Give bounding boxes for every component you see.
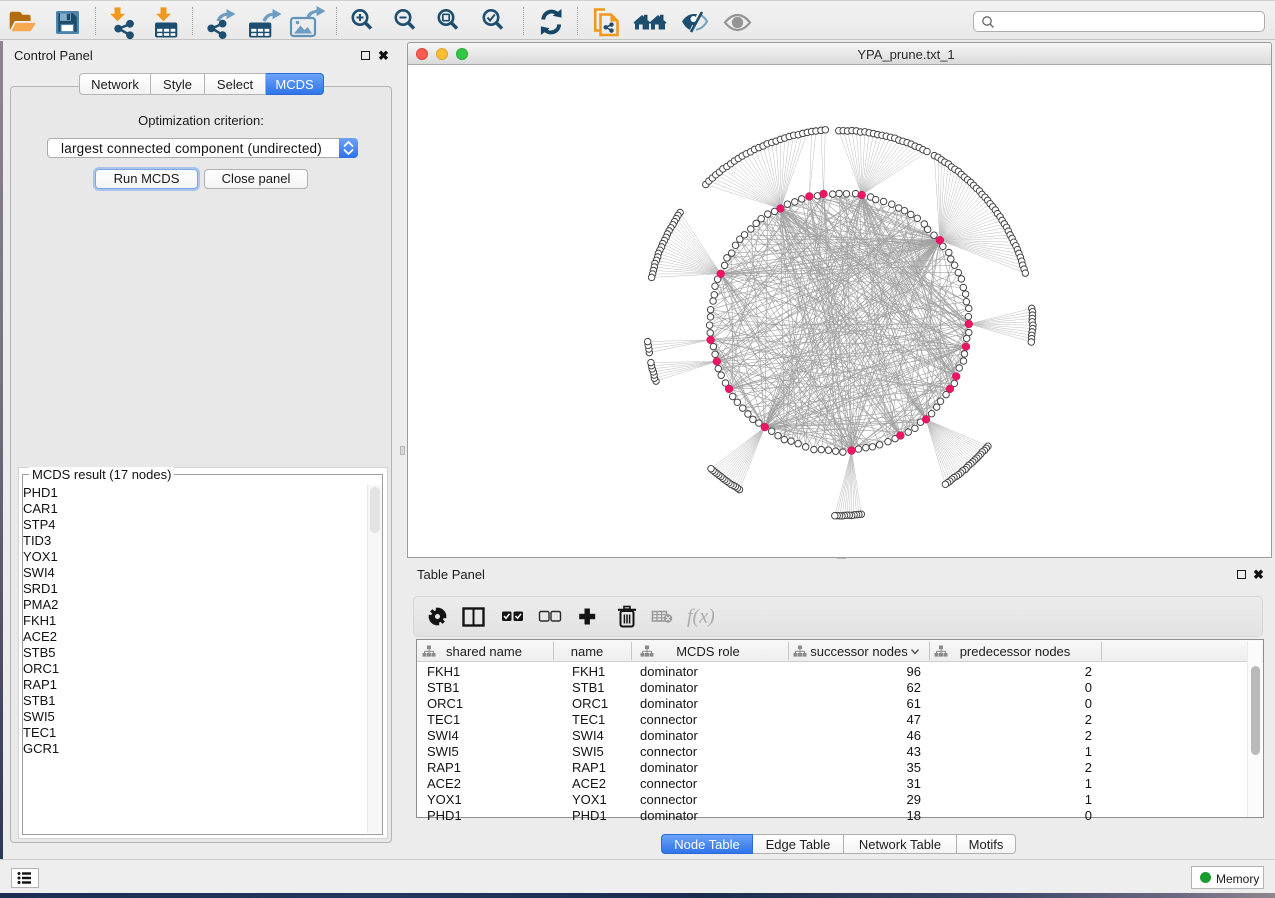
svg-text:f(x): f(x): [687, 606, 715, 628]
